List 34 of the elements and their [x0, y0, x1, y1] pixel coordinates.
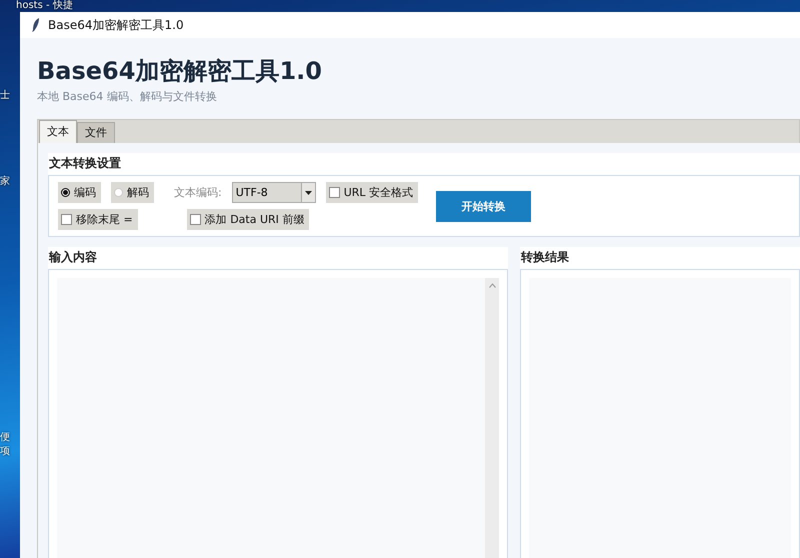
tab[interactable]: 文本: [39, 120, 77, 143]
encoding-dropdown[interactable]: UTF-8: [232, 182, 316, 203]
section-title: 文本转换设置: [48, 153, 800, 175]
scroll-up-icon: [488, 283, 496, 288]
app-subtitle: 本地 Base64 编码、解码与文件转换: [37, 90, 218, 104]
window-title: Base64加密解密工具1.0: [48, 16, 184, 34]
app-heading: Base64加密解密工具1.0: [37, 56, 323, 86]
radio-button[interactable]: [61, 188, 70, 197]
checkbox-label: URL 安全格式: [344, 185, 414, 200]
checkbox-option[interactable]: 添加 Data URI 前缀: [186, 209, 310, 230]
desktop-icon-label[interactable]: 士: [0, 90, 10, 101]
section-title: 输入内容: [48, 247, 508, 269]
checkbox[interactable]: [61, 214, 72, 225]
caret-icon: [304, 190, 312, 194]
checkbox[interactable]: [190, 214, 201, 225]
tab[interactable]: 文件: [77, 122, 115, 143]
checkbox-label: 添加 Data URI 前缀: [204, 212, 304, 227]
checkbox-option[interactable]: 移除末尾 =: [58, 209, 138, 230]
radio-label: 解码: [127, 185, 149, 200]
section-title: 转换结果: [520, 247, 800, 269]
field-label: 文本编码:: [174, 185, 222, 200]
desktop-icon-label[interactable]: 家: [0, 176, 10, 187]
radio-label: 编码: [74, 185, 96, 200]
radio-option[interactable]: 编码: [58, 182, 101, 203]
desktop-icon-label[interactable]: 便: [0, 432, 10, 443]
convert-button[interactable]: 开始转换: [436, 190, 532, 222]
checkbox-label: 移除末尾 =: [76, 212, 133, 227]
desktop-icon-label[interactable]: 项: [0, 446, 10, 457]
radio-option[interactable]: 解码: [111, 182, 154, 203]
feather-icon: [32, 18, 40, 32]
scrollbar[interactable]: [485, 278, 499, 558]
checkbox-option[interactable]: URL 安全格式: [326, 182, 418, 203]
checkbox[interactable]: [328, 187, 340, 198]
desktop-icon-label[interactable]: hosts - 快捷: [16, 0, 73, 11]
